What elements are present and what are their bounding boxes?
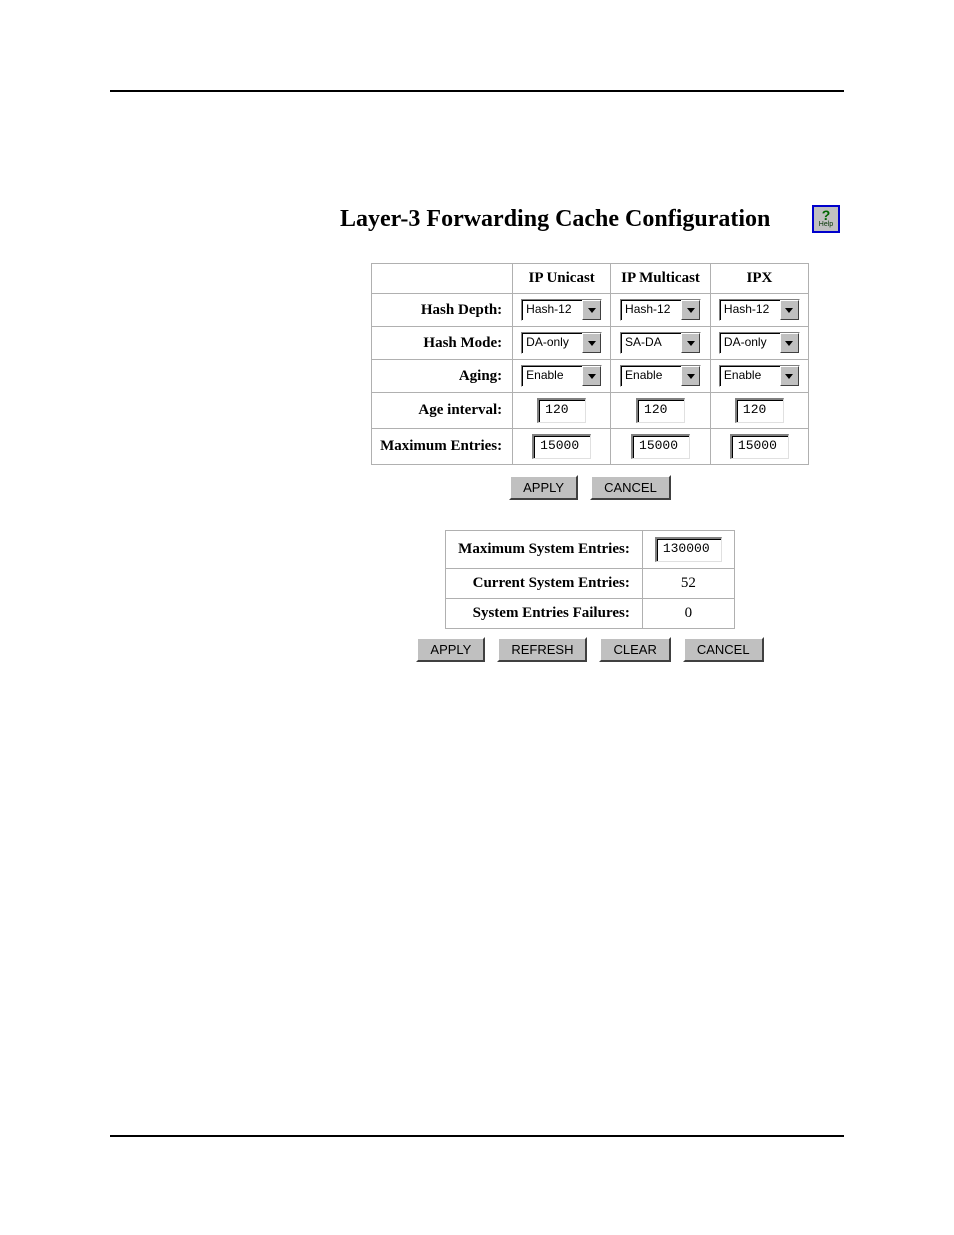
row-max-entries-label: Maximum Entries:	[372, 429, 513, 465]
hash-depth-ipx[interactable]: Hash-12	[719, 299, 800, 321]
max-entries-ip-multicast[interactable]: 15000	[631, 434, 690, 459]
max-entries-ip-unicast[interactable]: 15000	[532, 434, 591, 459]
cancel-button-2[interactable]: CANCEL	[683, 637, 764, 662]
sys-current-entries-label: Current System Entries:	[446, 569, 643, 599]
chevron-down-icon	[780, 333, 799, 353]
cancel-button[interactable]: CANCEL	[590, 475, 671, 500]
sys-max-entries-label: Maximum System Entries:	[446, 531, 643, 569]
age-interval-ipx[interactable]: 120	[735, 398, 784, 423]
chevron-down-icon	[582, 300, 601, 320]
hash-mode-ip-unicast[interactable]: DA-only	[521, 332, 602, 354]
max-entries-ipx[interactable]: 15000	[730, 434, 789, 459]
help-label: Help	[819, 221, 833, 228]
chevron-down-icon	[582, 366, 601, 386]
chevron-down-icon	[681, 366, 700, 386]
aging-ipx[interactable]: Enable	[719, 365, 800, 387]
age-interval-ip-multicast[interactable]: 120	[636, 398, 685, 423]
chevron-down-icon	[681, 300, 700, 320]
sys-entries-failures-label: System Entries Failures:	[446, 599, 643, 629]
refresh-button[interactable]: REFRESH	[497, 637, 587, 662]
aging-ip-unicast[interactable]: Enable	[521, 365, 602, 387]
hash-mode-ip-multicast[interactable]: SA-DA	[620, 332, 701, 354]
dd-value: Enable	[720, 366, 780, 386]
dd-value: Enable	[621, 366, 681, 386]
row-age-interval-label: Age interval:	[372, 393, 513, 429]
blank-header	[372, 264, 513, 294]
dd-value: DA-only	[720, 333, 780, 353]
col-ip-multicast: IP Multicast	[611, 264, 711, 294]
row-hash-depth-label: Hash Depth:	[372, 294, 513, 327]
age-interval-ip-unicast[interactable]: 120	[537, 398, 586, 423]
sys-current-entries-value: 52	[642, 569, 734, 599]
dd-value: Enable	[522, 366, 582, 386]
page-title: Layer-3 Forwarding Cache Configuration	[340, 206, 770, 233]
config-table: IP Unicast IP Multicast IPX Hash Depth: …	[371, 263, 809, 465]
help-glyph: ?	[822, 210, 831, 221]
col-ip-unicast: IP Unicast	[513, 264, 611, 294]
dd-value: SA-DA	[621, 333, 681, 353]
chevron-down-icon	[681, 333, 700, 353]
chevron-down-icon	[780, 366, 799, 386]
dd-value: Hash-12	[621, 300, 681, 320]
top-rule	[110, 90, 844, 92]
aging-ip-multicast[interactable]: Enable	[620, 365, 701, 387]
chevron-down-icon	[582, 333, 601, 353]
dd-value: Hash-12	[720, 300, 780, 320]
chevron-down-icon	[780, 300, 799, 320]
system-table: Maximum System Entries: 130000 Current S…	[445, 530, 735, 629]
clear-button[interactable]: CLEAR	[599, 637, 670, 662]
row-hash-mode-label: Hash Mode:	[372, 327, 513, 360]
hash-depth-ip-multicast[interactable]: Hash-12	[620, 299, 701, 321]
col-ipx: IPX	[710, 264, 808, 294]
apply-button[interactable]: APPLY	[509, 475, 578, 500]
hash-mode-ipx[interactable]: DA-only	[719, 332, 800, 354]
dd-value: Hash-12	[522, 300, 582, 320]
dd-value: DA-only	[522, 333, 582, 353]
sys-entries-failures-value: 0	[642, 599, 734, 629]
bottom-rule	[110, 1135, 844, 1137]
sys-max-entries-input[interactable]: 130000	[655, 537, 722, 562]
row-aging-label: Aging:	[372, 360, 513, 393]
apply-button-2[interactable]: APPLY	[416, 637, 485, 662]
hash-depth-ip-unicast[interactable]: Hash-12	[521, 299, 602, 321]
help-icon[interactable]: ? Help	[812, 205, 840, 233]
